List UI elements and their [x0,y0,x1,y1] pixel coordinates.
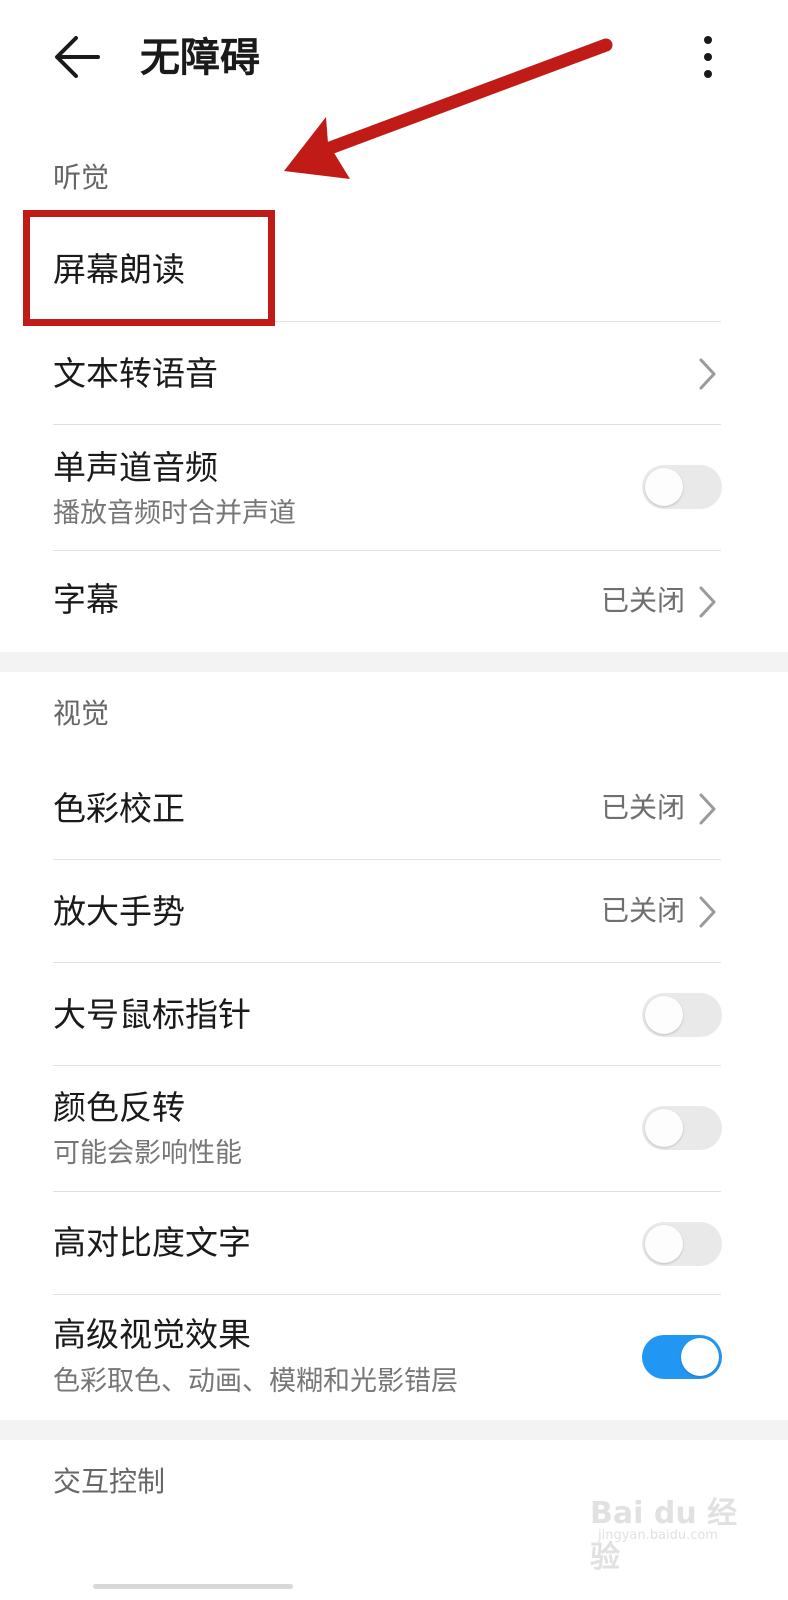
mono-audio-title: 单声道音频 [53,448,218,487]
advanced-visual-effects-subtitle: 色彩取色、动画、模糊和光影错层 [53,1366,458,1397]
section-label-interaction: 交互控制 [53,1465,166,1498]
color-inversion-title: 颜色反转 [53,1088,185,1127]
high-contrast-text-row[interactable]: 高对比度文字 [0,1192,788,1295]
color-inversion-row[interactable]: 颜色反转 可能会影响性能 [0,1066,788,1192]
color-correction-title: 色彩校正 [53,789,185,828]
color-inversion-subtitle: 可能会影响性能 [53,1138,242,1169]
chevron-right-icon [699,896,716,928]
vision-section: 视觉 色彩校正 已关闭 放大手势 已关闭 大号鼠标指针 颜色反转 可能会影响性能… [0,672,788,1420]
captions-title: 字幕 [53,580,119,619]
color-correction-status: 已关闭 [600,791,685,824]
advanced-visual-effects-row[interactable]: 高级视觉效果 色彩取色、动画、模糊和光影错层 [0,1295,788,1420]
mono-audio-subtitle: 播放音频时合并声道 [53,498,296,529]
advanced-visual-effects-title: 高级视觉效果 [53,1315,251,1354]
baidu-watermark: Bai du 经验 jingyan.baidu.com [590,1482,740,1575]
annotation-arrow-icon [284,38,613,179]
watermark-url: jingyan.baidu.com [598,1528,718,1543]
mono-audio-toggle[interactable] [642,465,722,509]
advanced-visual-effects-toggle[interactable] [642,1335,722,1379]
mono-audio-row[interactable]: 单声道音频 播放音频时合并声道 [0,425,788,551]
chevron-right-icon [699,586,716,618]
large-pointer-title: 大号鼠标指针 [53,995,251,1034]
color-correction-row[interactable]: 色彩校正 已关闭 [0,756,788,860]
large-pointer-row[interactable]: 大号鼠标指针 [0,963,788,1066]
chevron-right-icon [699,793,716,825]
color-inversion-toggle[interactable] [642,1106,722,1150]
captions-row[interactable]: 字幕 已关闭 [0,551,788,652]
section-label-vision: 视觉 [53,697,110,730]
high-contrast-text-title: 高对比度文字 [53,1223,251,1262]
tts-title: 文本转语音 [53,354,218,393]
magnification-status: 已关闭 [600,894,685,927]
magnification-title: 放大手势 [53,892,185,931]
partial-next-row [53,1580,313,1594]
captions-status: 已关闭 [600,584,685,617]
magnification-row[interactable]: 放大手势 已关闭 [0,860,788,963]
large-pointer-toggle[interactable] [642,993,722,1037]
chevron-right-icon [699,358,716,390]
tts-row[interactable]: 文本转语音 [0,322,788,425]
high-contrast-text-toggle[interactable] [642,1222,722,1266]
